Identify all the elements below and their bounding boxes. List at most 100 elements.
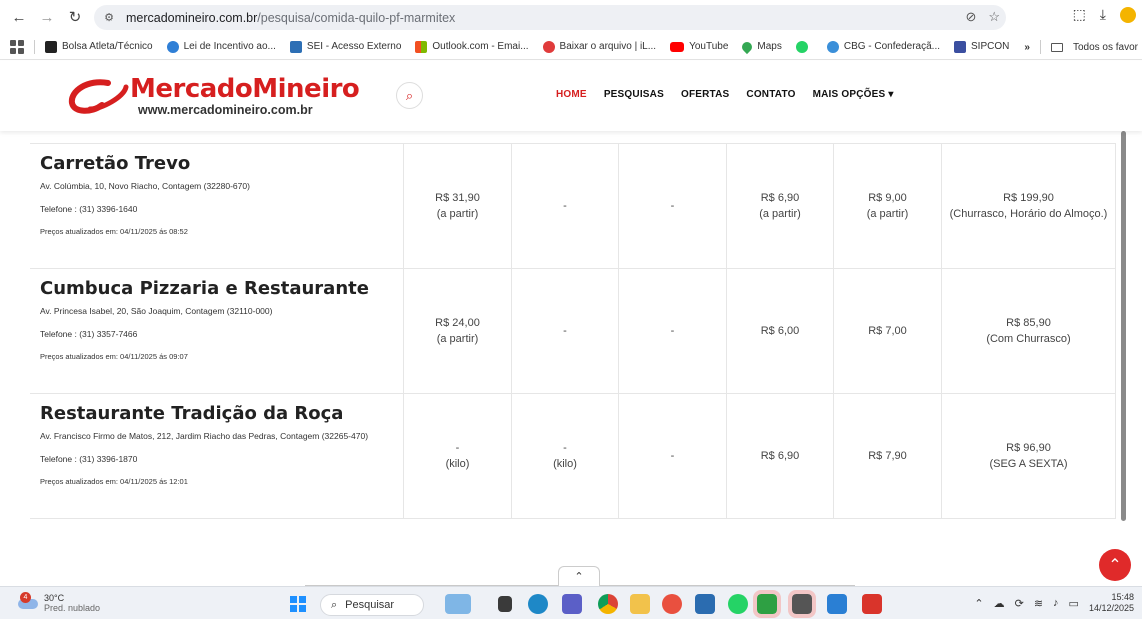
bookmark-item[interactable]: Bolsa Atleta/Técnico bbox=[45, 40, 153, 53]
clock-time: 15:48 bbox=[1111, 592, 1134, 602]
battery-icon[interactable]: ▭ bbox=[1069, 597, 1079, 610]
apps-grid-icon[interactable] bbox=[10, 39, 24, 54]
weather-condition: Pred. nublado bbox=[44, 603, 101, 613]
more-bookmarks-button[interactable]: » bbox=[1024, 42, 1030, 53]
bookmark-favicon-icon bbox=[826, 40, 839, 53]
xbox-icon[interactable] bbox=[788, 590, 816, 618]
price-cell: - bbox=[618, 144, 726, 268]
taskbar-app-icon[interactable] bbox=[445, 594, 471, 614]
restaurant-updated: Preços atualizados em: 04/11/2025 ás 08:… bbox=[40, 227, 188, 236]
windows-taskbar: 4 30°C Pred. nublado ⌕ Pesquisar ⌃ ☁ ⟳ ≋ … bbox=[0, 586, 1142, 619]
scrollbar-thumb[interactable] bbox=[1121, 131, 1126, 521]
price-cell: - bbox=[618, 269, 726, 393]
search-icon: ⌕ bbox=[331, 598, 338, 611]
restaurant-name: Restaurante Tradição da Roça bbox=[40, 403, 344, 424]
bookmark-item[interactable]: CBG - Confederaçã... bbox=[826, 40, 940, 53]
weather-cloud-icon: 4 bbox=[18, 592, 40, 610]
weather-widget[interactable]: 4 30°C Pred. nublado bbox=[18, 592, 101, 613]
bookmark-item[interactable]: YouTube bbox=[670, 41, 728, 52]
menu-item-ofertas[interactable]: OFERTAS bbox=[681, 89, 729, 100]
chevron-up-icon[interactable]: ⌃ bbox=[974, 597, 983, 610]
reload-icon[interactable]: ↻ bbox=[62, 4, 88, 30]
price-cell: R$ 7,90 bbox=[833, 394, 941, 518]
price-cell: - (kilo) bbox=[511, 394, 618, 518]
restaurant-phone: Telefone : (31) 3396-1640 bbox=[40, 204, 138, 214]
folder-icon bbox=[1050, 42, 1063, 52]
restaurant-address: Av. Colúmbia, 10, Novo Riacho, Contagem … bbox=[40, 181, 250, 191]
eye-off-icon[interactable]: ⊘ bbox=[965, 9, 976, 25]
cloud-icon[interactable]: ☁ bbox=[994, 597, 1005, 610]
bookmark-item[interactable]: Maps bbox=[740, 39, 782, 54]
profile-avatar[interactable] bbox=[1120, 6, 1136, 23]
taskbar-search-placeholder: Pesquisar bbox=[345, 599, 395, 611]
maps-pin-icon bbox=[740, 39, 755, 54]
bookmark-favicon-icon bbox=[45, 40, 57, 53]
windows-start-icon[interactable] bbox=[290, 596, 306, 612]
restaurant-name: Carretão Trevo bbox=[40, 153, 191, 174]
bookmark-item[interactable]: SEI - Acesso Externo bbox=[289, 40, 401, 53]
scroll-to-top-button[interactable]: ⌃ bbox=[1099, 549, 1131, 581]
file-explorer-icon[interactable] bbox=[630, 594, 650, 614]
site-logo[interactable]: MercadoMineiro www.mercadomineiro.com.br bbox=[68, 76, 360, 117]
bookmark-item[interactable]: Lei de Incentivo ao... bbox=[166, 40, 276, 53]
system-tray: ⌃ ☁ ⟳ ≋ ♪ ▭ 15:48 14/12/2025 bbox=[974, 592, 1134, 614]
restaurant-updated: Preços atualizados em: 04/11/2025 ás 09:… bbox=[40, 352, 188, 361]
wifi-icon[interactable]: ≋ bbox=[1034, 597, 1043, 610]
bookmark-item[interactable] bbox=[795, 40, 813, 53]
menu-item-home[interactable]: HOME bbox=[556, 89, 587, 100]
logo-url: www.mercadomineiro.com.br bbox=[138, 103, 313, 117]
main-menu: HOME PESQUISAS OFERTAS CONTATO MAIS OPÇÕ… bbox=[556, 89, 894, 100]
price-cell: R$ 6,00 bbox=[726, 269, 833, 393]
bookmark-item[interactable]: Baixar o arquivo | iL... bbox=[542, 40, 656, 53]
store-icon[interactable] bbox=[695, 594, 715, 614]
whatsapp-icon bbox=[795, 40, 808, 53]
price-table: Carretão Trevo Av. Colúmbia, 10, Novo Ri… bbox=[30, 143, 1116, 519]
menu-item-pesquisas[interactable]: PESQUISAS bbox=[604, 89, 664, 100]
volume-icon[interactable]: ♪ bbox=[1053, 597, 1059, 609]
taskbar-app-icon[interactable] bbox=[662, 594, 682, 614]
table-row: Carretão Trevo Av. Colúmbia, 10, Novo Ri… bbox=[30, 144, 1116, 269]
pdf-icon[interactable] bbox=[862, 594, 882, 614]
extensions-icon[interactable]: ⬚ bbox=[1073, 6, 1086, 23]
back-arrow-icon[interactable]: ← bbox=[6, 4, 32, 30]
expand-tab-button[interactable]: ⌃ bbox=[558, 566, 600, 586]
chrome-icon[interactable] bbox=[598, 594, 618, 614]
restaurant-phone: Telefone : (31) 3357-7466 bbox=[40, 329, 138, 339]
restaurant-info: Restaurante Tradição da Roça Av. Francis… bbox=[30, 394, 403, 518]
whatsapp-icon[interactable] bbox=[728, 594, 748, 614]
download-icon[interactable]: ⤓ bbox=[1100, 6, 1106, 23]
menu-item-contato[interactable]: CONTATO bbox=[746, 89, 795, 100]
restaurant-address: Av. Princesa Isabel, 20, São Joaquim, Co… bbox=[40, 306, 273, 316]
price-cell: R$ 7,00 bbox=[833, 269, 941, 393]
youtube-icon bbox=[670, 41, 685, 52]
bookmark-item[interactable]: SIPCON bbox=[954, 40, 1009, 53]
address-bar[interactable]: ⚙ mercadomineiro.com.br/pesquisa/comida-… bbox=[94, 5, 1006, 30]
search-button[interactable]: ⌕ bbox=[396, 82, 423, 109]
price-cell: R$ 6,90 bbox=[726, 394, 833, 518]
taskbar-app-icon[interactable] bbox=[498, 596, 512, 612]
page-scrollbar[interactable] bbox=[1120, 131, 1128, 586]
forward-arrow-icon[interactable]: → bbox=[34, 4, 60, 30]
chevron-up-icon: ⌃ bbox=[1108, 557, 1122, 574]
teams-icon[interactable] bbox=[562, 594, 582, 614]
star-icon[interactable]: ☆ bbox=[988, 9, 1000, 25]
xbox-icon[interactable] bbox=[753, 590, 781, 618]
menu-item-mais-opcoes[interactable]: MAIS OPÇÕES ▾ bbox=[813, 89, 894, 100]
price-cell: - bbox=[618, 394, 726, 518]
clock[interactable]: 15:48 14/12/2025 bbox=[1089, 592, 1134, 614]
price-cell: - bbox=[511, 144, 618, 268]
taskbar-app-icon[interactable] bbox=[827, 594, 847, 614]
all-bookmarks-link[interactable]: Todos os favor bbox=[1073, 42, 1138, 53]
taskbar-search[interactable]: ⌕ Pesquisar bbox=[320, 594, 424, 616]
sync-icon[interactable]: ⟳ bbox=[1015, 597, 1024, 610]
edge-icon[interactable] bbox=[528, 594, 548, 614]
weather-temperature: 30°C bbox=[44, 593, 65, 603]
bookmark-item[interactable]: Outlook.com - Emai... bbox=[415, 40, 529, 53]
price-cell: R$ 6,90 (a partir) bbox=[726, 144, 833, 268]
price-cell: R$ 24,00 (a partir) bbox=[403, 269, 511, 393]
weather-badge: 4 bbox=[20, 592, 31, 603]
table-row: Cumbuca Pizzaria e Restaurante Av. Princ… bbox=[30, 269, 1116, 394]
price-cell: R$ 199,90 (Churrasco, Horário do Almoço.) bbox=[941, 144, 1116, 268]
site-header: MercadoMineiro www.mercadomineiro.com.br… bbox=[0, 61, 1142, 131]
site-info-icon[interactable]: ⚙ bbox=[98, 11, 120, 24]
